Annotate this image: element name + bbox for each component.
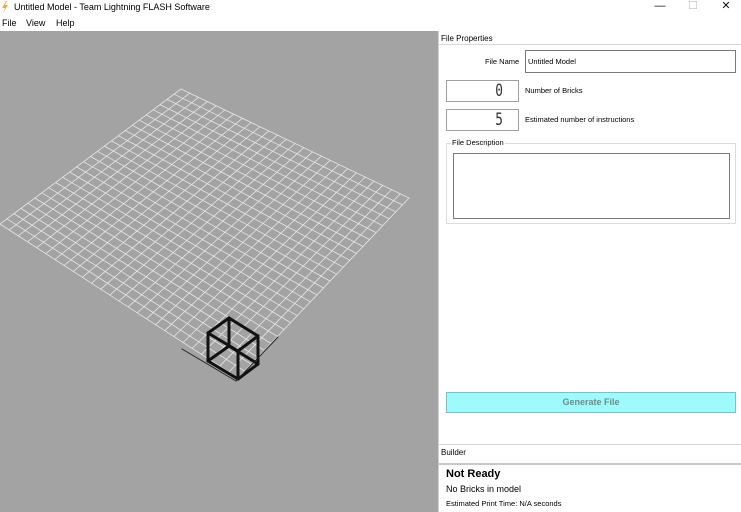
- file-description-label: File Description: [451, 138, 505, 148]
- cursor-edge: [227, 316, 260, 338]
- menu-file[interactable]: File: [2, 18, 17, 28]
- file-name-label: File Name: [485, 57, 520, 66]
- instructions-count-value: 5: [495, 110, 503, 130]
- divider: [439, 44, 741, 45]
- builder-status-text: No Bricks in model: [446, 484, 522, 494]
- estimated-print-time: Estimated Print Time: N/A seconds: [446, 499, 562, 508]
- grid-line: [164, 164, 340, 332]
- cursor-edge: [236, 334, 260, 353]
- divider: [439, 444, 741, 445]
- window-title: Untitled Model - Team Lightning FLASH So…: [14, 2, 210, 12]
- builder-status-title: Not Ready: [446, 468, 501, 480]
- grid-line: [155, 159, 331, 326]
- bricks-count-label: Number of Bricks: [525, 86, 583, 95]
- grid-line: [90, 156, 324, 289]
- grid-line: [191, 176, 366, 349]
- grid-line: [237, 197, 410, 379]
- menu-bar: File View Help: [0, 15, 741, 30]
- grid-line: [146, 155, 322, 320]
- grid-line: [136, 151, 313, 314]
- grid-line: [228, 193, 401, 373]
- divider: [439, 463, 741, 465]
- instructions-count-display: 5: [446, 109, 519, 131]
- generate-file-button[interactable]: Generate File: [446, 392, 736, 413]
- cursor-edge: [236, 362, 260, 381]
- instructions-count-label: Estimated number of instructions: [525, 115, 635, 124]
- grid-line: [76, 166, 311, 303]
- build-plate-scene[interactable]: [0, 31, 438, 512]
- menu-help[interactable]: Help: [56, 18, 75, 28]
- close-button[interactable]: ✕: [711, 0, 741, 14]
- 3d-viewport[interactable]: [0, 31, 438, 512]
- file-properties-heading: File Properties: [441, 34, 493, 43]
- grid-line: [182, 172, 357, 343]
- side-panel: File Properties File Name Untitled Model…: [438, 31, 741, 512]
- file-description-group: File Description: [446, 138, 736, 224]
- maximize-button[interactable]: ☐: [678, 0, 708, 14]
- file-description-input[interactable]: [453, 153, 730, 219]
- title-bar: Untitled Model - Team Lightning FLASH So…: [0, 0, 741, 15]
- build-plate-grid: [0, 88, 410, 379]
- cursor-edge: [206, 316, 231, 335]
- builder-heading: Builder: [441, 448, 466, 457]
- grid-line: [173, 168, 349, 337]
- bricks-count-value: 0: [495, 81, 503, 101]
- minimize-button[interactable]: —: [645, 0, 675, 14]
- bricks-count-display: 0: [446, 80, 519, 102]
- grid-line: [83, 161, 318, 296]
- file-name-input[interactable]: Untitled Model: [525, 50, 736, 73]
- lightning-icon: [2, 1, 8, 13]
- grid-line: [41, 192, 278, 337]
- grid-line: [13, 213, 252, 365]
- menu-view[interactable]: View: [26, 18, 45, 28]
